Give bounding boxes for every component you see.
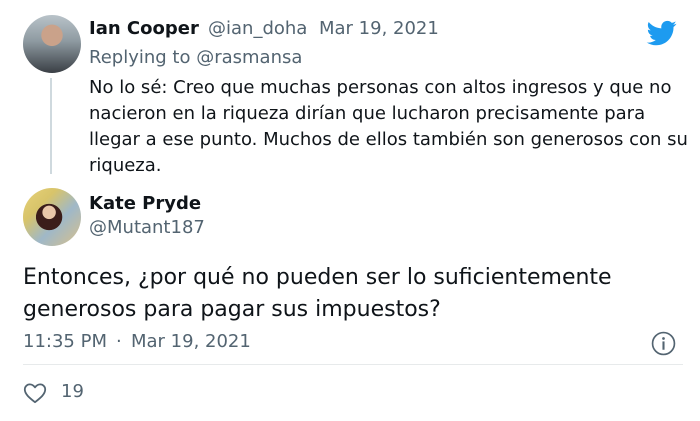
author-handle[interactable]: @ian_doha xyxy=(208,18,307,39)
divider xyxy=(23,364,683,365)
info-icon[interactable] xyxy=(651,331,676,356)
heart-icon[interactable] xyxy=(23,382,47,404)
author-name[interactable]: Kate Pryde xyxy=(89,193,201,214)
separator-dot: · xyxy=(116,331,122,352)
author-handle[interactable]: @Mutant187 xyxy=(89,217,205,238)
twitter-bird-icon[interactable] xyxy=(645,18,679,48)
quoted-tweet-text: No lo sé: Creo que muchas personas con a… xyxy=(89,77,688,176)
tweet-time[interactable]: 11:35 PM xyxy=(23,331,107,352)
replying-to: Replying to @rasmansa xyxy=(89,47,302,68)
tweet-text: Entonces, ¿por qué no pueden ser lo sufi… xyxy=(23,265,612,322)
avatar-kate-pryde[interactable] xyxy=(23,188,81,246)
tweet-date[interactable]: Mar 19, 2021 xyxy=(131,331,251,352)
separator-dot: · xyxy=(302,18,308,39)
replying-handle[interactable]: @rasmansa xyxy=(196,47,302,68)
replying-prefix: Replying to xyxy=(89,47,191,68)
author-name[interactable]: Ian Cooper xyxy=(89,18,199,39)
avatar-ian-cooper[interactable] xyxy=(23,15,81,73)
tweet-date[interactable]: Mar 19, 2021 xyxy=(319,18,439,39)
like-count[interactable]: 19 xyxy=(61,381,84,402)
thread-connector-line xyxy=(50,78,52,174)
